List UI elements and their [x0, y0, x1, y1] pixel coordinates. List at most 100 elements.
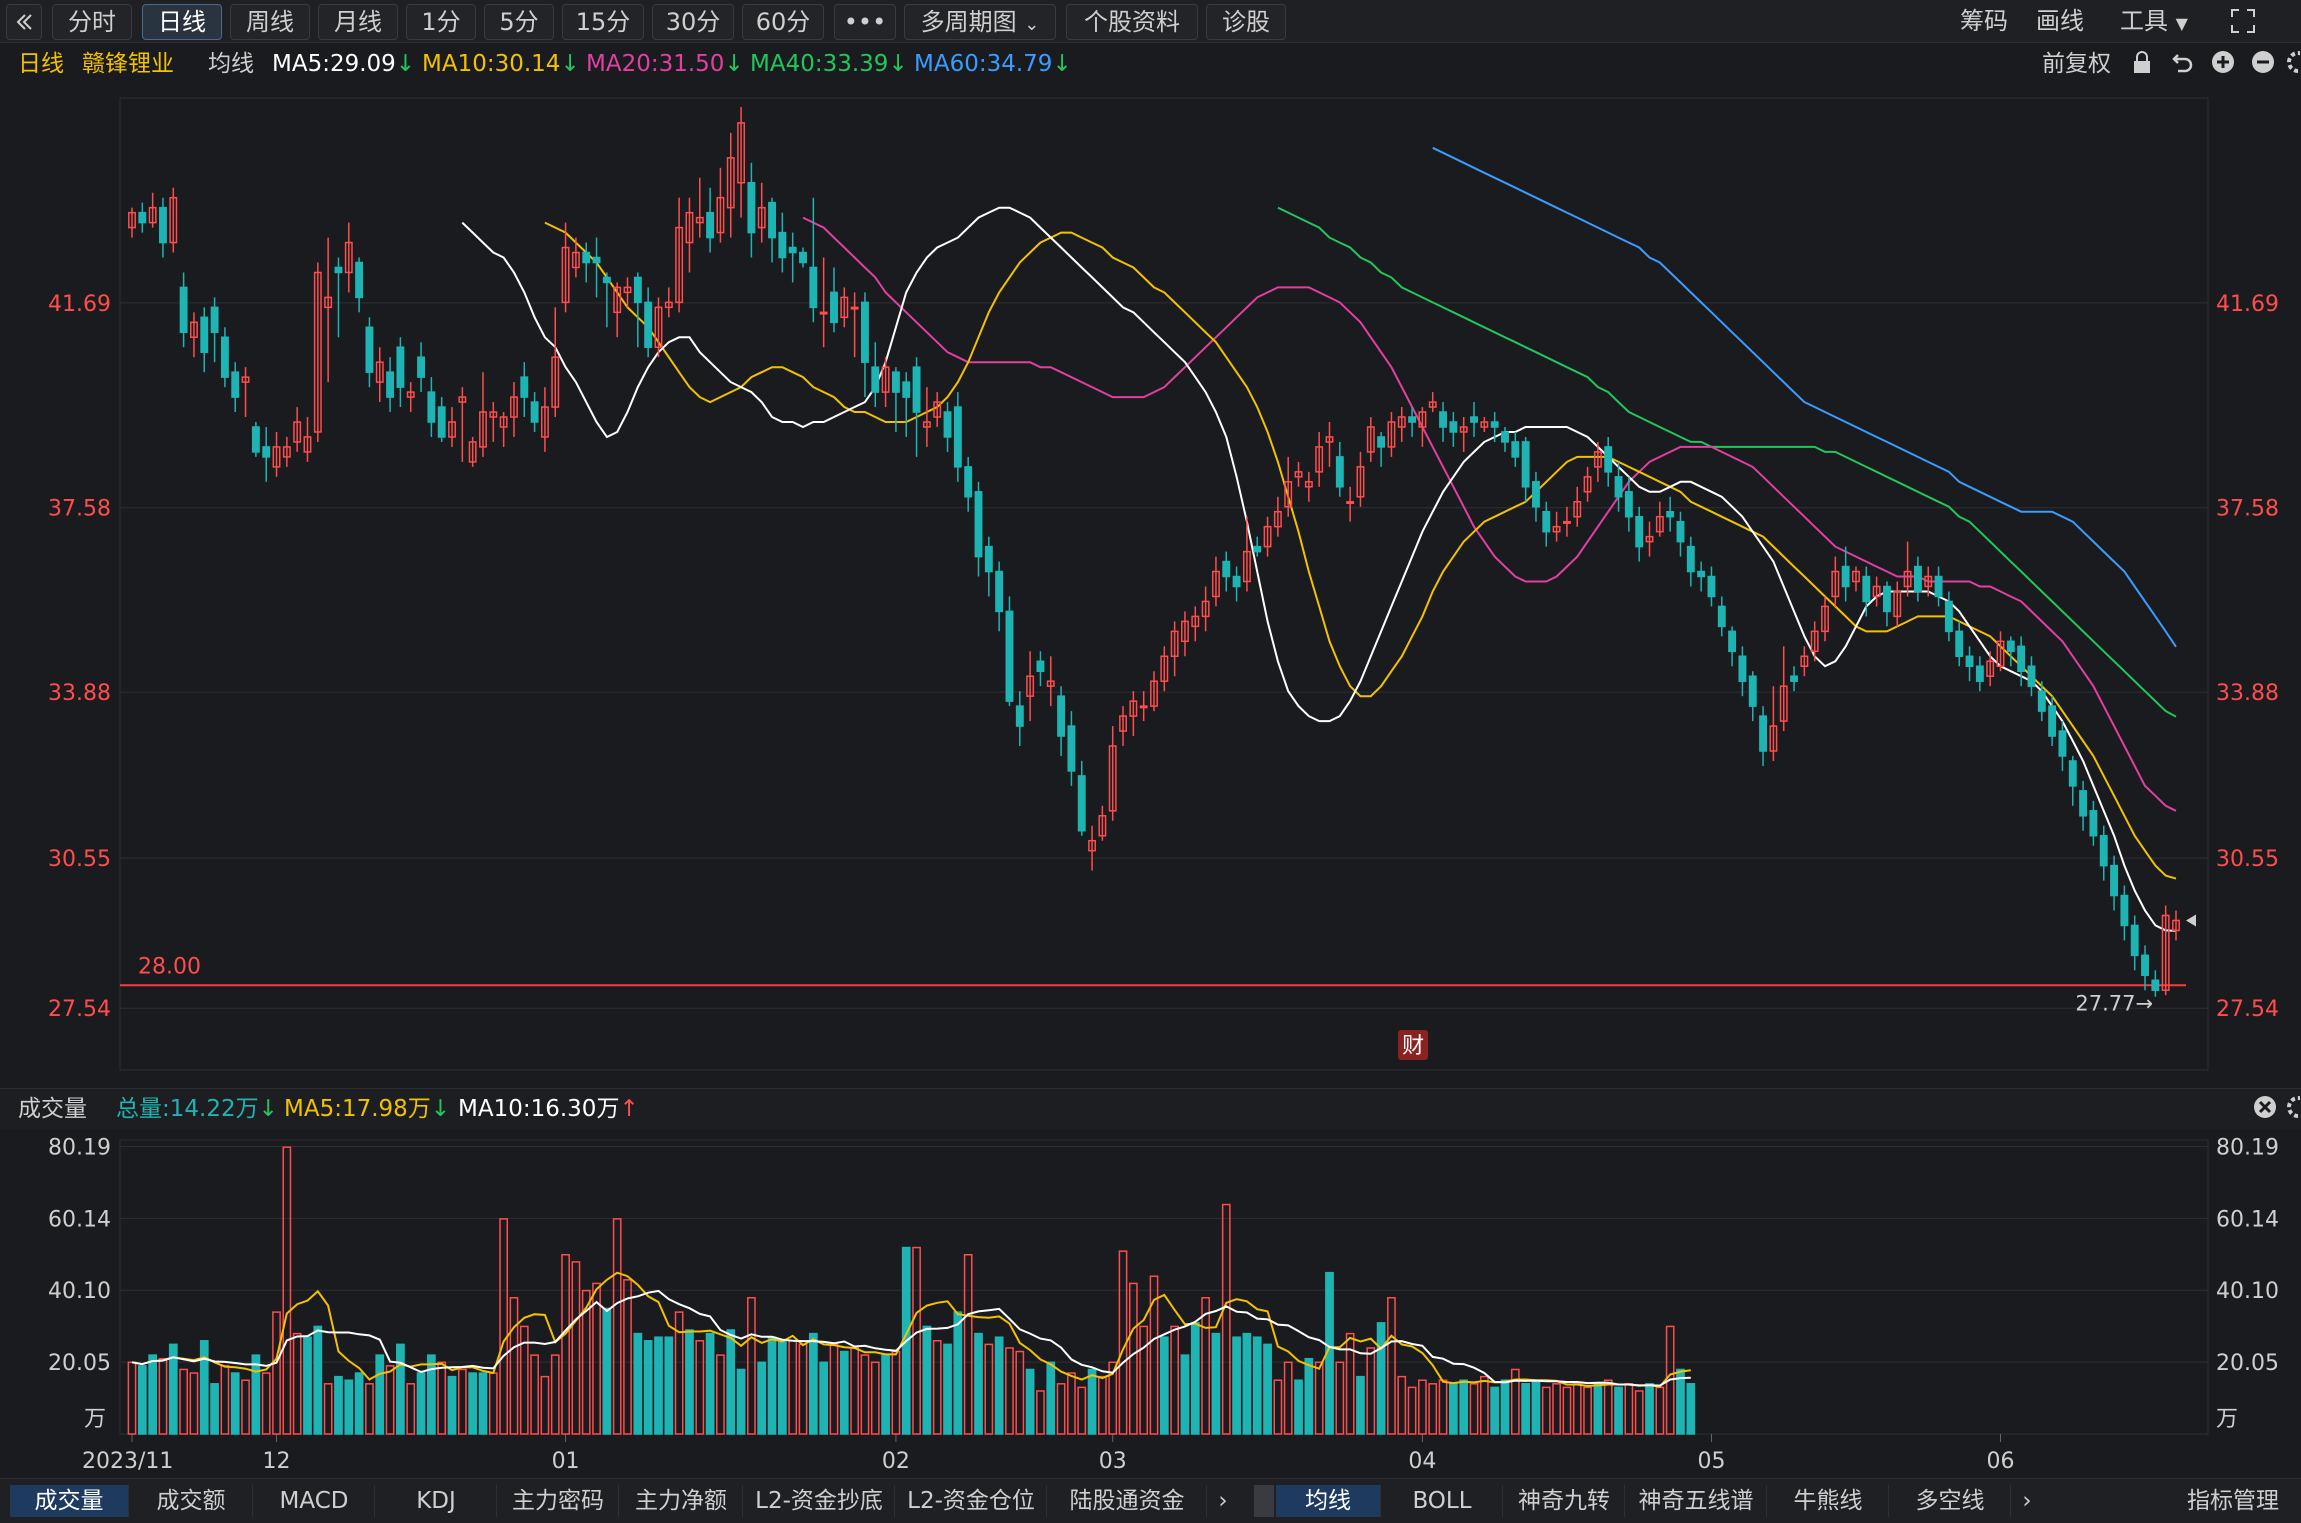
candle-down — [159, 206, 167, 244]
tab-ma[interactable]: 均线 — [1276, 1485, 1381, 1517]
tab-15min[interactable]: 15分 — [562, 4, 644, 40]
volume-bar-up — [716, 1354, 725, 1435]
multi-period-dropdown[interactable]: 多周期图 ⌄ — [904, 4, 1056, 40]
tab-weekly[interactable]: 周线 — [230, 4, 310, 40]
chips-button[interactable]: 筹码 — [1960, 4, 2008, 38]
candle-down — [1449, 421, 1458, 433]
tab-bull-bear[interactable]: 牛熊线 — [1768, 1485, 1889, 1517]
candle-down — [1759, 715, 1768, 752]
volume-bar-down — [478, 1372, 488, 1435]
diagnose-button[interactable]: 诊股 — [1206, 4, 1286, 40]
ma-info-bar: 日线 赣锋锂业 均线 MA5:29.09↓ MA10:30.14↓ MA20:3… — [0, 44, 2301, 84]
candle-down — [417, 356, 426, 378]
candle-down — [1944, 600, 1953, 633]
tab-1min[interactable]: 1分 — [406, 4, 476, 40]
candle-down — [251, 426, 260, 453]
indicator-manage-button[interactable]: 指标管理 — [2168, 1485, 2298, 1517]
ma60-value: MA60:34.79↓ — [914, 51, 1072, 77]
tab-volume[interactable]: 成交量 — [10, 1485, 129, 1517]
volume-bar-up — [1067, 1372, 1076, 1435]
chevron-right-icon-2[interactable]: › — [2012, 1485, 2042, 1517]
tab-magic-nine[interactable]: 神奇九转 — [1504, 1485, 1625, 1517]
volume-bar-up — [1170, 1325, 1180, 1435]
price-tick-left: 30.55 — [48, 847, 111, 872]
volume-bar-up — [292, 1332, 302, 1435]
tab-l2-bottom[interactable]: L2-资金抄底 — [744, 1485, 895, 1517]
top-toolbar: 分时 日线 周线 月线 1分 5分 15分 30分 60分 ••• 多周期图 ⌄… — [0, 0, 2301, 43]
candle-down — [2048, 705, 2057, 737]
tab-monthly[interactable]: 月线 — [318, 4, 398, 40]
candle-down — [1697, 570, 1706, 578]
candle-down — [2037, 690, 2046, 712]
tab-daily[interactable]: 日线 — [142, 4, 222, 40]
volume-bar-down — [396, 1343, 405, 1435]
volume-bar-down — [1025, 1368, 1035, 1435]
candlestick-chart[interactable]: 41.69 41.69 37.58 37.58 33.88 33.88 30.55 30.55… — [0, 84, 2301, 1084]
volume-bar-down — [1376, 1322, 1386, 1435]
tab-l2-position[interactable]: L2-资金仓位 — [896, 1485, 1047, 1517]
x-label: 02 — [882, 1449, 910, 1474]
price-plot-border — [119, 97, 2209, 1071]
tab-macd[interactable]: MACD — [254, 1485, 375, 1517]
candle-down — [768, 201, 776, 239]
price-tick-right: 37.58 — [2216, 497, 2279, 522]
tools-dropdown[interactable]: 工具 ▼ — [2120, 4, 2188, 38]
tab-main-net[interactable]: 主力净额 — [620, 1485, 743, 1517]
back-icon[interactable] — [6, 4, 42, 40]
volume-bar-down — [230, 1372, 240, 1435]
chevron-right-icon[interactable]: › — [1208, 1485, 1238, 1517]
tab-magic-five[interactable]: 神奇五线谱 — [1626, 1485, 1767, 1517]
tab-fenshi[interactable]: 分时 — [52, 4, 132, 40]
candle-down — [799, 251, 807, 264]
candle-down — [1036, 660, 1045, 672]
candle-down — [592, 256, 601, 264]
tab-long-short[interactable]: 多空线 — [1890, 1485, 2011, 1517]
tab-60min[interactable]: 60分 — [742, 4, 824, 40]
tab-main-code[interactable]: 主力密码 — [498, 1485, 619, 1517]
candle-down — [964, 466, 973, 498]
volume-bar-up — [540, 1375, 550, 1435]
stock-name: 赣锋锂业 — [82, 51, 174, 77]
adjust-dropdown[interactable]: 前复权 — [2042, 44, 2111, 84]
tab-northbound[interactable]: 陆股通资金 — [1048, 1485, 1207, 1517]
volume-bar-down — [633, 1332, 643, 1435]
x-label: 03 — [1099, 1449, 1127, 1474]
volume-bar-up — [1562, 1386, 1572, 1435]
price-tick-left: 33.88 — [48, 681, 111, 706]
tab-turnover[interactable]: 成交额 — [130, 1485, 253, 1517]
volume-bar-up — [1583, 1386, 1592, 1435]
tab-5min[interactable]: 5分 — [484, 4, 554, 40]
volume-bar-up — [1098, 1375, 1107, 1435]
current-price-pointer — [2186, 914, 2196, 927]
candle-down — [334, 266, 343, 274]
volume-bar-up — [1128, 1282, 1138, 1435]
volume-bar-down — [1190, 1322, 1200, 1435]
candle-down — [1501, 431, 1509, 443]
stock-info-button[interactable]: 个股资料 — [1066, 4, 1198, 40]
candle-down — [1232, 575, 1241, 588]
candle-down — [1686, 545, 1695, 573]
volume-bar-up — [1139, 1325, 1149, 1435]
volume-tick-left: 60.14 — [48, 1207, 111, 1232]
volume-tick-right: 40.10 — [2216, 1279, 2279, 1304]
draw-line-button[interactable]: 画线 — [2036, 4, 2084, 38]
volume-bar-up — [912, 1246, 921, 1435]
scroll-left-icon[interactable] — [1254, 1485, 1274, 1517]
candle-down — [809, 266, 818, 309]
volume-bar-up — [220, 1365, 230, 1435]
more-button[interactable]: ••• — [834, 4, 896, 40]
volume-tick-left: 20.05 — [48, 1351, 111, 1376]
volume-bar-down — [427, 1354, 436, 1435]
volume-total: 总量:14.22万↓ — [116, 1096, 278, 1122]
volume-tick-right: 80.19 — [2216, 1135, 2279, 1160]
tab-boll[interactable]: BOLL — [1382, 1485, 1503, 1517]
candle-down — [1015, 705, 1024, 727]
tab-kdj[interactable]: KDJ — [376, 1485, 497, 1517]
candle-down — [1666, 510, 1675, 518]
tab-30min[interactable]: 30分 — [652, 4, 734, 40]
volume-bar-down — [1252, 1336, 1262, 1435]
volume-chart[interactable]: 80.19 80.19 60.14 60.14 40.10 40.10 20.05 20.05… — [0, 1128, 2301, 1478]
fullscreen-icon[interactable] — [2228, 4, 2258, 38]
candle-down — [220, 336, 229, 378]
volume-bar-up — [179, 1368, 188, 1435]
